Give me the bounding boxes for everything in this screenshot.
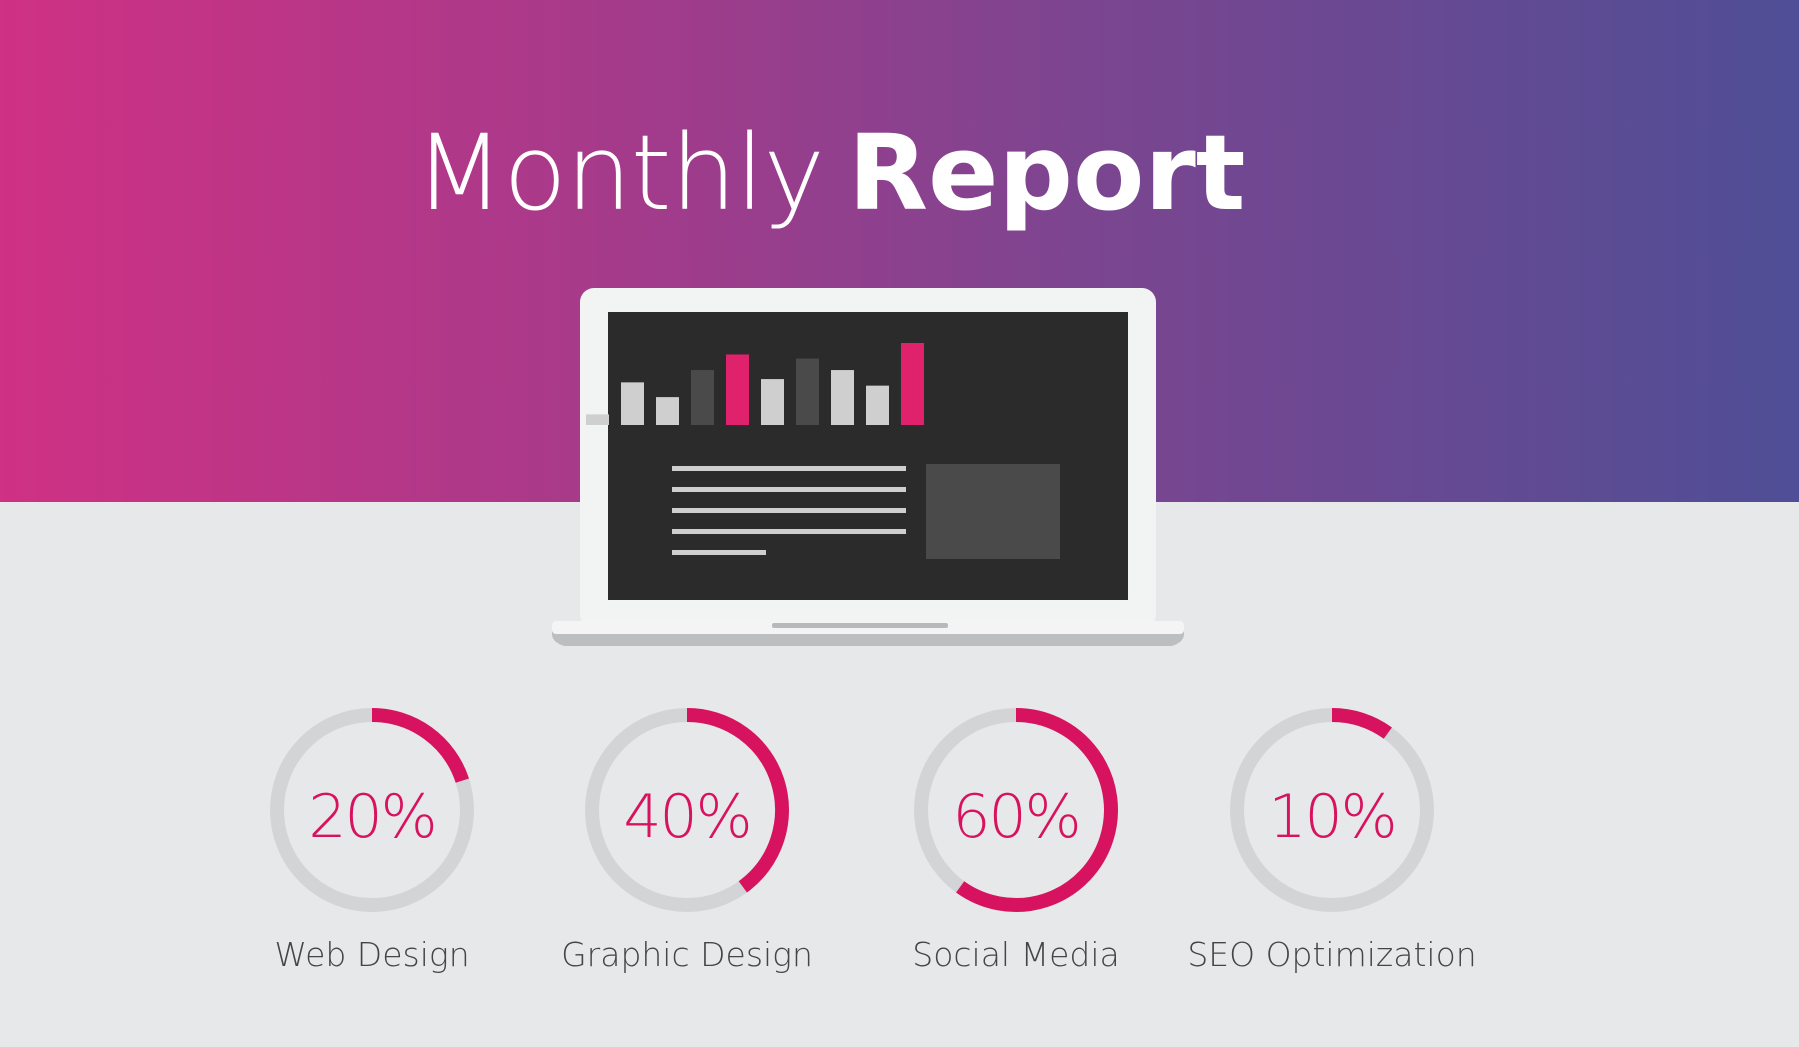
stat-seo-optimization: 10% SEO Optimization	[1187, 705, 1477, 985]
page: Monthly Report 20% Web Design 40% Graphi…	[0, 0, 1799, 1047]
text-line	[672, 466, 906, 471]
text-line	[672, 487, 906, 492]
stat-web-design: 20% Web Design	[252, 705, 492, 985]
stat-graphic-design: 40% Graphic Design	[561, 705, 813, 985]
text-line	[672, 529, 906, 534]
title-light-word: Monthly	[414, 112, 825, 234]
stat-label: Social Media	[912, 935, 1120, 974]
stat-value: 40%	[623, 782, 752, 852]
page-title: Monthly Report	[0, 108, 1660, 238]
laptop-bar	[691, 370, 714, 425]
laptop-notch	[772, 623, 948, 628]
stat-value: 20%	[308, 782, 437, 852]
stat-label: Graphic Design	[561, 935, 813, 974]
laptop-bar	[866, 385, 889, 425]
stat-label: Web Design	[274, 935, 470, 974]
stat-value: 60%	[952, 782, 1081, 852]
stat-social-media: 60% Social Media	[896, 705, 1136, 985]
stat-value: 10%	[1268, 782, 1397, 852]
laptop-bar	[796, 358, 819, 425]
title-bold-word: Report	[847, 112, 1246, 234]
donut-arc	[371, 708, 470, 783]
text-line	[672, 550, 766, 555]
laptop-bar	[761, 379, 784, 425]
stat-label: SEO Optimization	[1187, 935, 1477, 974]
laptop-bar	[586, 414, 609, 425]
laptop-bar	[621, 382, 644, 425]
laptop-illustration	[552, 288, 1184, 646]
laptop-bar	[656, 397, 679, 425]
donut-arc	[1331, 708, 1392, 739]
laptop-bar	[831, 370, 854, 425]
text-line	[672, 508, 906, 513]
laptop-image-placeholder	[926, 464, 1060, 559]
laptop-bar	[726, 354, 749, 425]
laptop-bar	[901, 343, 924, 425]
